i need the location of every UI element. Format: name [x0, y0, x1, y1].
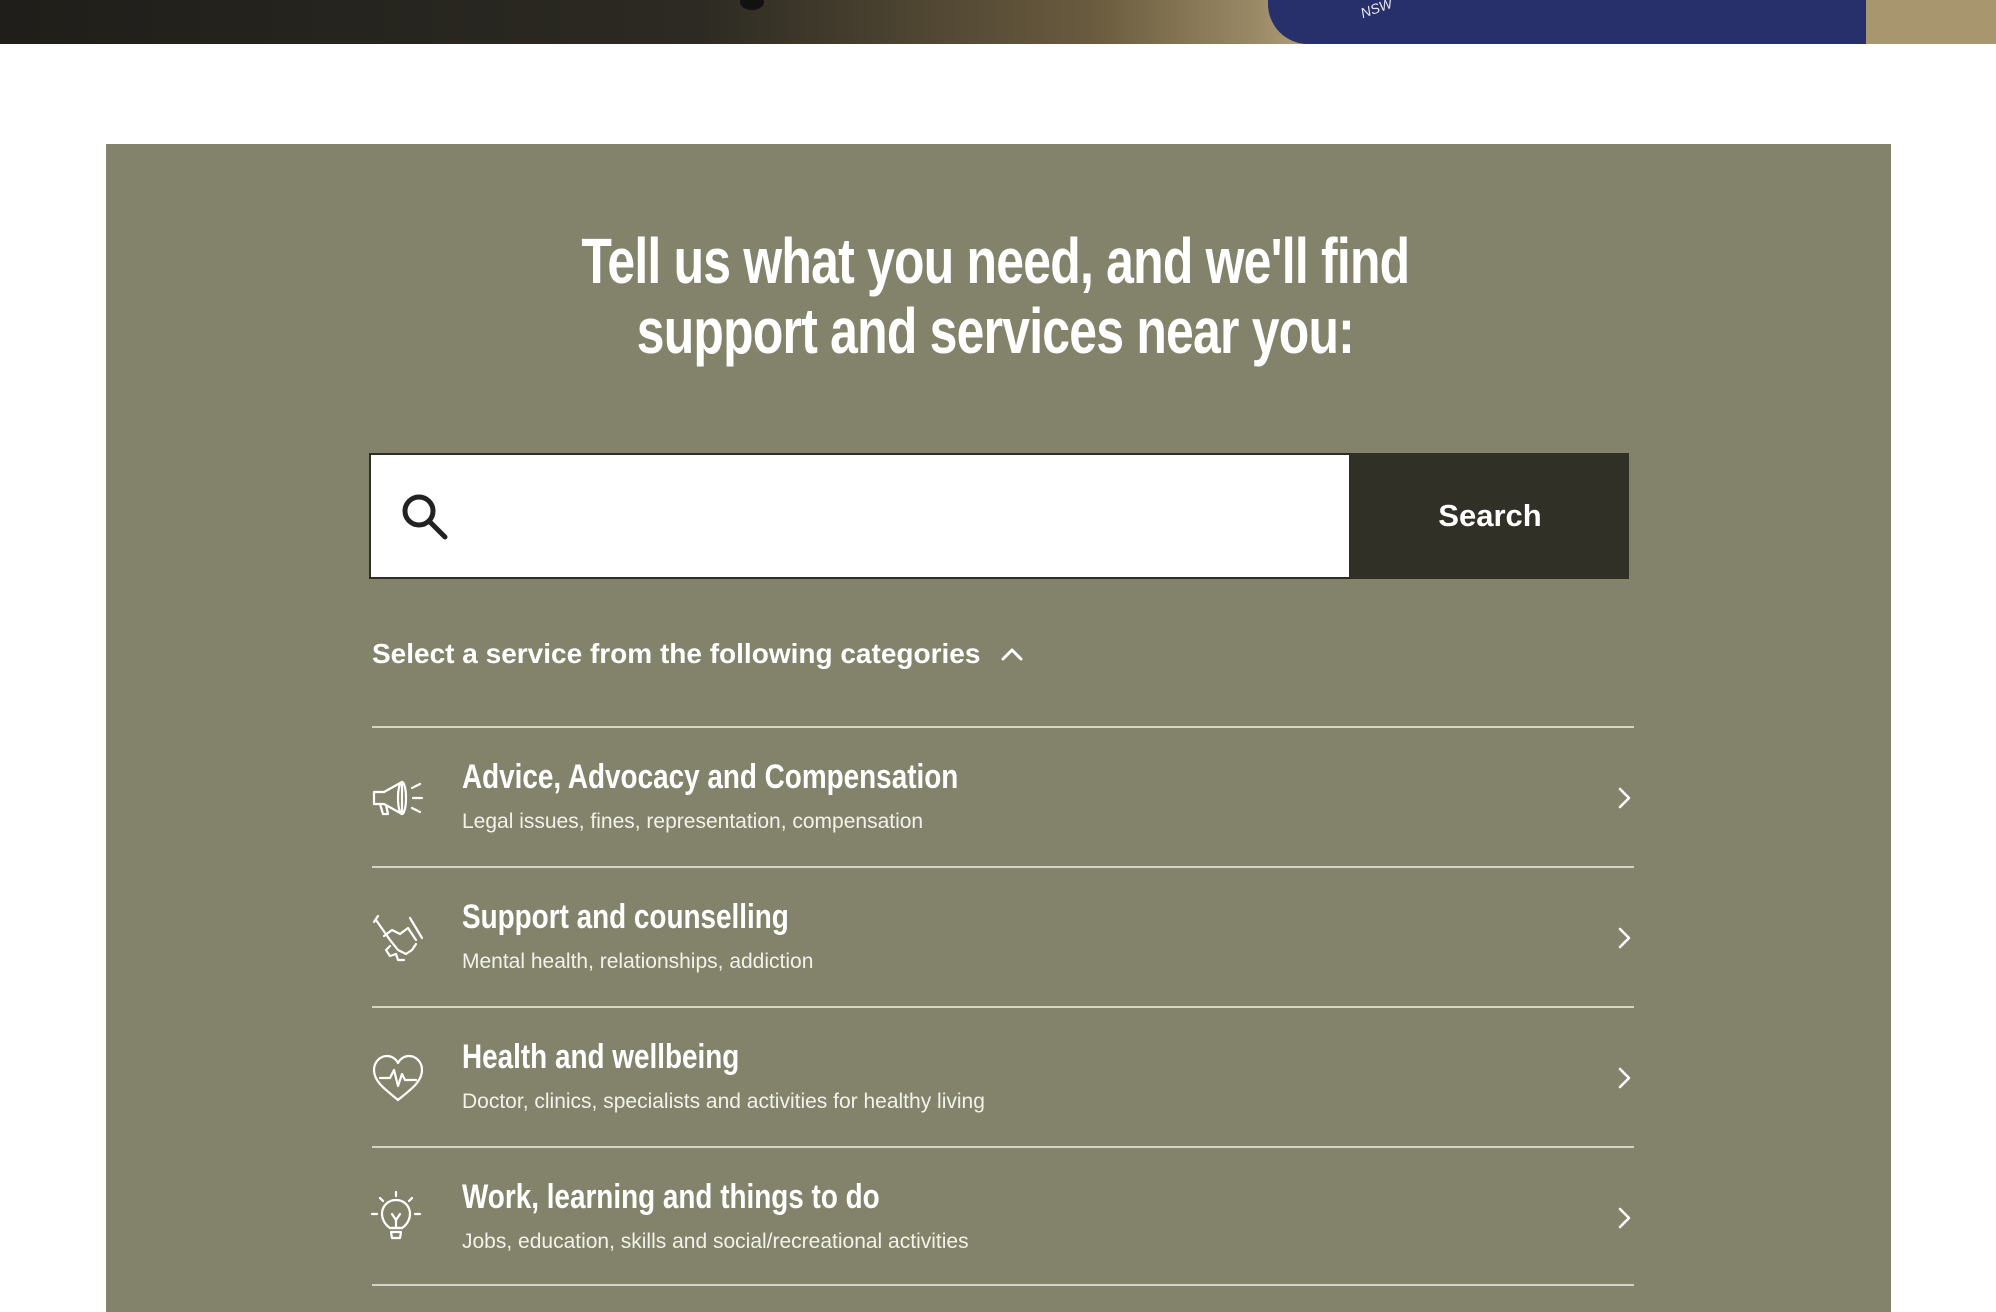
category-list: Advice, Advocacy and Compensation Legal … [370, 726, 1634, 1286]
category-subtitle: Legal issues, fines, representation, com… [462, 810, 924, 833]
chevron-right-icon [1618, 1067, 1631, 1089]
search-input[interactable] [471, 475, 1331, 559]
category-title: Support and counselling [462, 898, 789, 936]
categories-toggle[interactable]: Select a service from the following cate… [372, 634, 1026, 674]
category-subtitle: Jobs, education, skills and social/recre… [462, 1230, 969, 1253]
category-item-health[interactable]: Health and wellbeing Doctor, clinics, sp… [372, 1006, 1634, 1146]
chevron-up-icon [1001, 648, 1023, 661]
chevron-right-icon [1618, 927, 1631, 949]
category-subtitle: Doctor, clinics, specialists and activit… [462, 1090, 985, 1113]
heading-line-2: support and services near you: [636, 295, 1355, 367]
category-subtitle: Mental health, relationships, addiction [462, 950, 814, 973]
category-title: Health and wellbeing [462, 1038, 740, 1076]
heart-pulse-icon [372, 1054, 424, 1102]
categories-toggle-label: Select a service from the following cate… [372, 638, 981, 669]
chevron-right-icon [1618, 1207, 1631, 1229]
category-title: Advice, Advocacy and Compensation [462, 758, 959, 796]
hero-image-detail [740, 0, 764, 10]
lightbulb-icon [370, 1190, 422, 1240]
chevron-right-icon [1618, 787, 1631, 809]
category-item-work[interactable]: Work, learning and things to do Jobs, ed… [370, 1146, 1634, 1286]
search-icon [402, 494, 448, 540]
service-finder-heading: Tell us what you need, and we'll find su… [217, 226, 1774, 366]
category-title: Work, learning and things to do [462, 1178, 880, 1216]
hero-image-background [1866, 0, 1996, 44]
hero-image-strip: NSW [0, 0, 1996, 44]
category-item-advice[interactable]: Advice, Advocacy and Compensation Legal … [372, 726, 1634, 866]
category-item-support[interactable]: Support and counselling Mental health, r… [372, 866, 1634, 1006]
search-field[interactable] [369, 453, 1351, 579]
heading-line-1: Tell us what you need, and we'll find [581, 225, 1410, 297]
search-button[interactable]: Search [1351, 453, 1629, 579]
handshake-icon [372, 914, 424, 962]
megaphone-icon [372, 780, 424, 816]
